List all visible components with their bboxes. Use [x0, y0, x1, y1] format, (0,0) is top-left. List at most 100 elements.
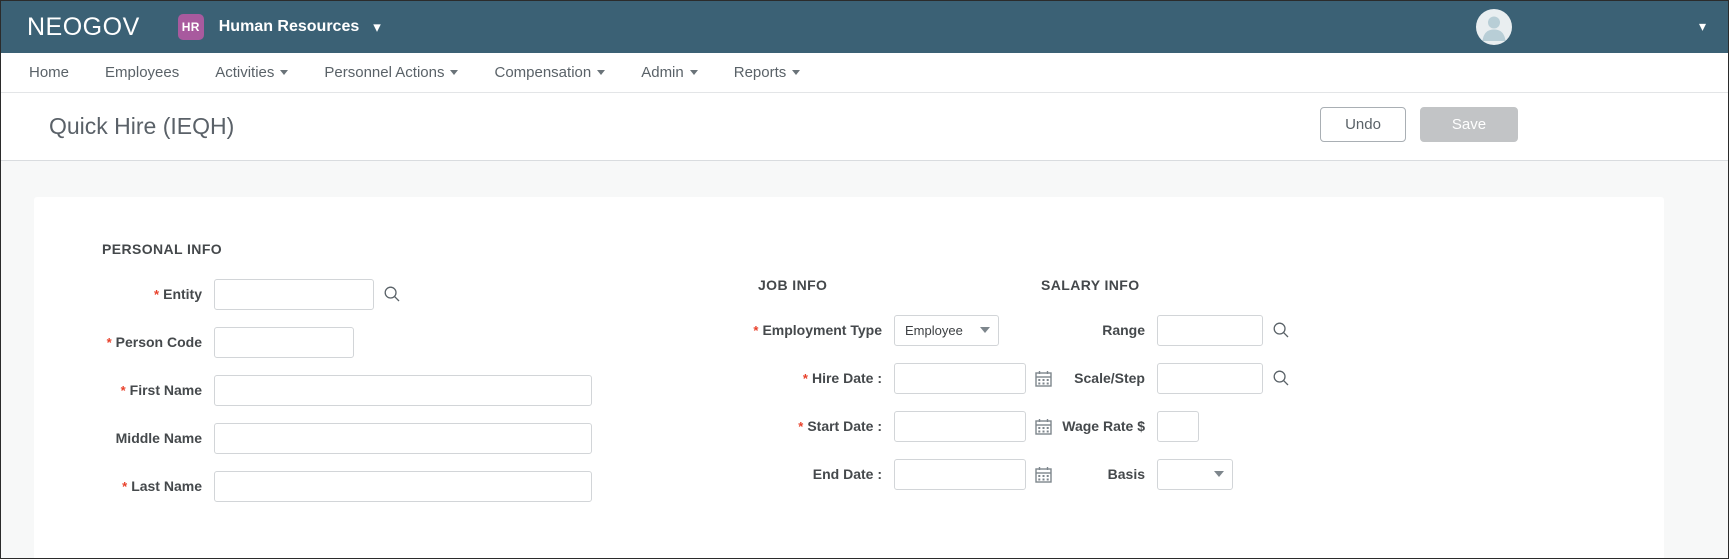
field-start-date: * Start Date : [724, 410, 1052, 442]
field-employment-type: * Employment Type Employee [724, 314, 1052, 346]
field-basis: Basis [1041, 458, 1290, 490]
field-label: Wage Rate $ [1041, 418, 1145, 434]
basis-select[interactable] [1157, 458, 1233, 490]
middle-name-label: Middle Name [115, 430, 202, 446]
employment-type-select[interactable]: Employee [894, 314, 999, 346]
nav-item-reports[interactable]: Reports [734, 64, 801, 81]
basis-label: Basis [1107, 466, 1145, 482]
entity-search-icon[interactable] [383, 285, 401, 303]
form-card: PERSONAL INFO * Entity * Person Code * F… [34, 197, 1664, 558]
user-menu-chevron-down-icon[interactable]: ▾ [1699, 19, 1706, 33]
nav-item-label: Admin [641, 64, 684, 81]
required-asterisk: * [120, 383, 126, 398]
chevron-down-icon [450, 70, 459, 75]
chevron-down-icon [597, 70, 606, 75]
hire-date-label: Hire Date : [811, 370, 882, 386]
nav-item-activities[interactable]: Activities [215, 64, 289, 81]
avatar[interactable] [1476, 9, 1512, 45]
required-asterisk: * [122, 479, 128, 494]
required-asterisk: * [802, 371, 808, 386]
employment-type-label: Employment Type [762, 322, 882, 338]
chevron-down-icon [689, 70, 698, 75]
chevron-down-icon [280, 70, 289, 75]
range-input[interactable] [1157, 314, 1263, 346]
nav-item-label: Employees [105, 64, 180, 81]
section-heading-job-info: JOB INFO [758, 277, 828, 293]
range-label: Range [1102, 322, 1145, 338]
field-label: Middle Name [68, 430, 202, 446]
required-asterisk: * [753, 323, 759, 338]
wage-rate-label: Wage Rate $ [1062, 418, 1145, 434]
range-search-icon[interactable] [1272, 321, 1290, 339]
section-salary-info: SALARY INFO Range Scale/Step Wage Rate $… [1041, 277, 1290, 507]
module-name-label: Human Resources [218, 18, 360, 35]
field-wage-rate: Wage Rate $ [1041, 410, 1290, 442]
chevron-down-icon [980, 327, 990, 333]
field-label: Range [1041, 322, 1145, 338]
nav-item-label: Home [29, 64, 70, 81]
field-last-name: * Last Name [68, 470, 592, 502]
main-navigation: Home Employees Activities Personnel Acti… [1, 53, 1728, 93]
required-asterisk: * [106, 335, 112, 350]
neogov-logo[interactable]: NEOGOV [27, 13, 140, 42]
field-label: * Hire Date : [724, 370, 882, 386]
search-icon [384, 286, 400, 302]
field-label: * Start Date : [724, 418, 882, 434]
save-button[interactable]: Save [1420, 107, 1518, 142]
nav-item-personnel-actions[interactable]: Personnel Actions [324, 64, 459, 81]
scale-step-search-icon[interactable] [1272, 369, 1290, 387]
field-label: * Employment Type [724, 322, 882, 338]
field-label: Scale/Step [1041, 370, 1145, 386]
page-header: Quick Hire (IEQH) Undo Save [1, 93, 1728, 161]
search-icon [1273, 370, 1289, 386]
section-job-info: JOB INFO * Employment Type Employee * Hire… [724, 277, 1052, 507]
field-hire-date: * Hire Date : [724, 362, 1052, 394]
first-name-label: First Name [129, 382, 202, 398]
last-name-input[interactable] [214, 470, 592, 502]
scale-step-input[interactable] [1157, 362, 1263, 394]
module-chevron-down-icon[interactable]: ▾ [373, 20, 381, 35]
scale-step-label: Scale/Step [1074, 370, 1145, 386]
field-label: End Date : [724, 466, 882, 482]
field-label: Basis [1041, 466, 1145, 482]
app-window: NEOGOV HR Human Resources ▾ ▾ Home Emplo… [0, 0, 1729, 559]
field-scale-step: Scale/Step [1041, 362, 1290, 394]
nav-item-home[interactable]: Home [29, 64, 69, 81]
person-code-input[interactable] [214, 326, 354, 358]
first-name-input[interactable] [214, 374, 592, 406]
last-name-label: Last Name [131, 478, 202, 494]
start-date-input[interactable] [894, 410, 1026, 442]
brand-bar: NEOGOV HR Human Resources ▾ ▾ [1, 1, 1728, 53]
page-actions: Undo Save [1320, 107, 1518, 142]
nav-item-label: Personnel Actions [324, 64, 445, 81]
field-label: * Last Name [68, 478, 202, 494]
undo-button[interactable]: Undo [1320, 107, 1406, 142]
quick-hire-form: PERSONAL INFO * Entity * Person Code * F… [34, 197, 1664, 558]
user-icon [1482, 16, 1506, 41]
page-title: Quick Hire (IEQH) [49, 113, 235, 139]
field-range: Range [1041, 314, 1290, 346]
entity-label: Entity [163, 286, 202, 302]
person-code-label: Person Code [115, 334, 202, 350]
field-end-date: End Date : [724, 458, 1052, 490]
nav-item-admin[interactable]: Admin [641, 64, 698, 81]
section-personal-info: PERSONAL INFO * Entity * Person Code * F… [68, 241, 592, 519]
middle-name-input[interactable] [214, 422, 592, 454]
field-middle-name: Middle Name [68, 422, 592, 454]
avatar-circle [1476, 9, 1512, 45]
field-label: * Entity [68, 286, 202, 302]
hire-date-input[interactable] [894, 362, 1026, 394]
chevron-down-icon [1214, 471, 1224, 477]
nav-item-employees[interactable]: Employees [105, 64, 179, 81]
end-date-input[interactable] [894, 458, 1026, 490]
required-asterisk: * [798, 419, 804, 434]
search-icon [1273, 322, 1289, 338]
page-body: PERSONAL INFO * Entity * Person Code * F… [1, 161, 1728, 558]
nav-item-compensation[interactable]: Compensation [494, 64, 606, 81]
section-heading-salary-info: SALARY INFO [1041, 277, 1140, 293]
required-asterisk: * [154, 287, 160, 302]
entity-input[interactable] [214, 278, 374, 310]
wage-rate-input[interactable] [1157, 410, 1199, 442]
nav-item-label: Activities [215, 64, 275, 81]
employment-type-value: Employee [905, 322, 963, 338]
